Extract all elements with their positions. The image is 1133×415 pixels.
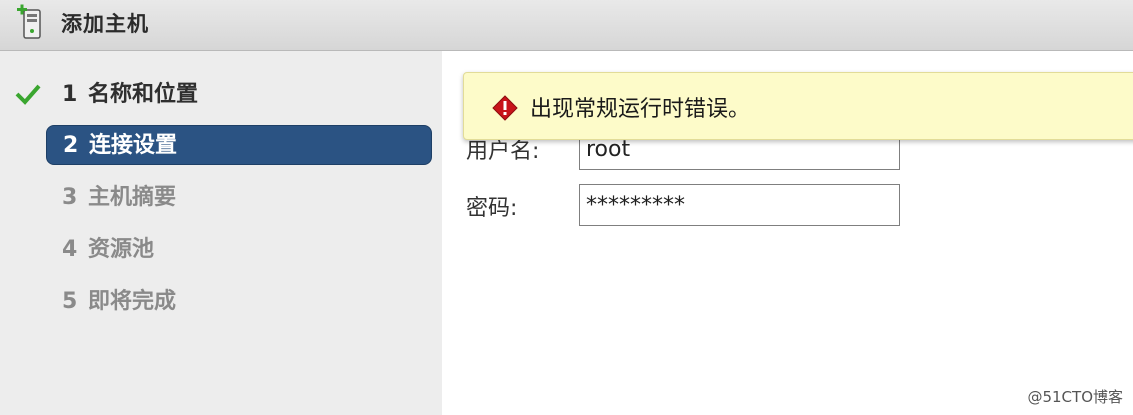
add-host-icon xyxy=(17,4,41,39)
error-icon xyxy=(492,95,518,121)
error-message: 出现常规运行时错误。 xyxy=(530,97,751,122)
wizard-step-3[interactable]: 3 主机摘要 xyxy=(46,178,432,218)
wizard-step-label: 主机摘要 xyxy=(88,185,177,210)
wizard-step-label: 连接设置 xyxy=(89,133,178,158)
watermark: @51CTO博客 xyxy=(1027,388,1123,406)
checkmark-icon xyxy=(15,84,41,105)
wizard-step-5[interactable]: 5 即将完成 xyxy=(46,282,432,322)
wizard-step-2[interactable]: 2 连接设置 xyxy=(46,125,432,165)
error-banner: 出现常规运行时错误。 xyxy=(463,72,1133,140)
password-label: 密码: xyxy=(466,196,518,221)
wizard-step-4[interactable]: 4 资源池 xyxy=(46,230,432,270)
window-title: 添加主机 xyxy=(61,12,149,36)
wizard-step-label: 即将完成 xyxy=(88,289,177,314)
wizard-step-1[interactable]: 1 名称和位置 xyxy=(46,75,432,115)
password-input[interactable] xyxy=(579,184,900,226)
wizard-step-label: 资源池 xyxy=(88,237,155,262)
wizard-step-label: 名称和位置 xyxy=(88,82,199,107)
title-bar: 添加主机 xyxy=(0,0,1133,51)
